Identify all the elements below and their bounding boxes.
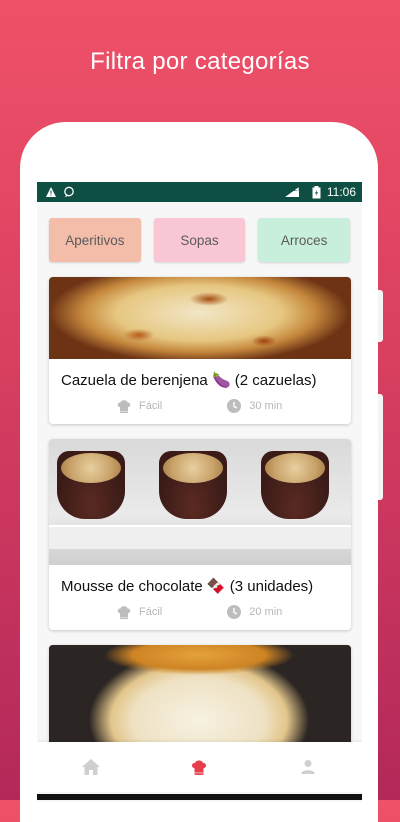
category-chip-sopas[interactable]: Sopas: [153, 218, 246, 262]
recipe-meta: Fácil 20 min: [49, 595, 351, 630]
recipe-image: [49, 277, 351, 359]
recipe-title: Cazuela de berenjena 🍆 (2 cazuelas): [61, 372, 317, 389]
cook-time: 20 min: [226, 604, 282, 620]
status-bar: LTE 11:06: [37, 182, 362, 202]
chat-icon: [64, 186, 74, 198]
recipe-card[interactable]: Cazuela de berenjena 🍆 (2 cazuelas) Fáci…: [49, 277, 351, 424]
chef-hat-icon: [117, 400, 131, 413]
image-detail: [49, 525, 351, 549]
nav-profile[interactable]: [297, 756, 319, 778]
nav-home[interactable]: [80, 756, 102, 778]
status-left: [45, 186, 75, 198]
difficulty-label: Fácil: [139, 606, 163, 618]
chef-hat-icon: [117, 606, 131, 619]
recipe-title: Mousse de chocolate 🍫 (3 unidades): [61, 578, 314, 595]
category-chips: Aperitivos Sopas Arroces: [37, 202, 362, 262]
cook-time: 30 min: [226, 398, 282, 414]
battery-icon: [312, 185, 321, 198]
phone-side-button: [378, 394, 383, 500]
image-detail: [159, 451, 227, 519]
status-time: 11:06: [326, 185, 356, 199]
status-right: LTE 11:06: [284, 185, 356, 199]
bottom-navigation: [37, 742, 362, 792]
promo-title: Filtra por categorías: [90, 48, 310, 75]
recipe-card[interactable]: Mousse de chocolate 🍫 (3 unidades) Fácil…: [49, 439, 351, 630]
recipe-image: [49, 439, 351, 565]
person-icon: [300, 760, 315, 774]
difficulty-label: Fácil: [139, 400, 163, 412]
recipe-meta: Fácil 30 min: [49, 389, 351, 424]
chef-hat-icon: [192, 760, 207, 775]
image-detail: [261, 451, 329, 519]
clock-icon: [227, 399, 242, 413]
home-icon: [82, 759, 101, 775]
phone-side-button: [378, 290, 383, 342]
network-label: LTE: [293, 185, 306, 193]
time-label: 30 min: [249, 400, 283, 412]
system-navigation-bar: [37, 794, 362, 800]
category-chip-aperitivos[interactable]: Aperitivos: [49, 218, 141, 262]
difficulty: Fácil: [116, 604, 162, 620]
warning-icon: [46, 187, 56, 197]
time-label: 20 min: [249, 606, 283, 618]
difficulty: Fácil: [116, 398, 162, 414]
recipe-list: Cazuela de berenjena 🍆 (2 cazuelas) Fáci…: [49, 277, 351, 780]
clock-icon: [227, 605, 242, 619]
app-screen: LTE 11:06 Aperitivos Sopas Arroces Cazue…: [37, 182, 362, 802]
nav-recipes[interactable]: [188, 756, 210, 778]
image-detail: [57, 451, 125, 519]
category-chip-arroces[interactable]: Arroces: [258, 218, 351, 262]
